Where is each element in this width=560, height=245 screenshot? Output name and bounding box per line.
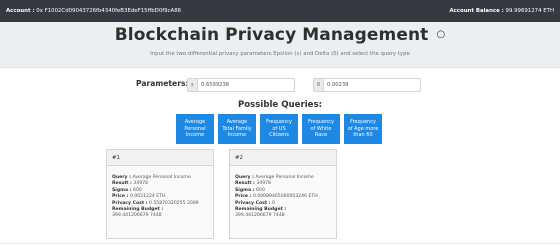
price-value: 0.00089465000003246 ETH [252, 194, 318, 200]
result-budget-line: Remaining Budget :399.441206679 7448 [235, 207, 331, 220]
page-subtitle: Input the two differential privacy param… [150, 51, 410, 57]
delta-input[interactable] [324, 82, 419, 88]
query-frequency-us-citizens-button[interactable]: Frequency of US Citizens [260, 114, 298, 144]
account-bar: Account : 0x F1002Cd09043726fb4340feB3Ed… [0, 0, 560, 22]
sigma-value: 600 [255, 187, 265, 193]
account-label: Account : [6, 8, 35, 14]
query-value: Average Personal Income [255, 175, 314, 180]
page-title: Blockchain Privacy Management ○ [0, 25, 560, 45]
result-card-id: #2 [230, 150, 336, 166]
result-value: 34978 [256, 181, 271, 187]
remaining-budget-value: 399.441206679 7448 [112, 213, 162, 219]
price-label: Price : [112, 194, 129, 200]
sigma-value: 600 [132, 187, 142, 193]
result-card: #2 Query : Average Personal Income Resul… [229, 149, 337, 239]
result-label: Result : [112, 181, 132, 187]
parameters-label: Parameters: [136, 79, 189, 88]
remaining-budget-label: Remaining Budget : [235, 207, 287, 213]
query-value: Average Personal Income [132, 175, 191, 180]
price-label: Price : [235, 194, 252, 200]
page-title-text: Blockchain Privacy Management [114, 25, 429, 45]
query-label: Query : [235, 175, 254, 180]
result-card-id: #1 [107, 150, 213, 166]
delta-symbol: δ [314, 79, 324, 91]
query-frequency-age-over-60-button[interactable]: Frequency of Age more than 60 [344, 114, 382, 144]
account-address: 0x F1002Cd09043726fb4340feB3EdeF15ffbD0f… [36, 8, 182, 14]
result-label: Result : [235, 181, 255, 187]
balance-label: Account Balance : [449, 8, 504, 14]
result-card: #1 Query : Average Personal Income Resul… [106, 149, 214, 239]
sigma-label: Sigma : [112, 187, 132, 193]
epsilon-field[interactable]: ε [187, 78, 295, 92]
privacy-cost-value: 0 [271, 200, 275, 206]
query-frequency-white-race-button[interactable]: Frequency of White Race [302, 114, 340, 144]
result-card-body: Query : Average Personal Income Result :… [230, 166, 336, 220]
possible-queries-heading: Possible Queries: [237, 100, 323, 110]
privacy-cost-value: 0.55870320255 2089 [148, 200, 199, 206]
remaining-budget-label: Remaining Budget : [112, 207, 164, 213]
epsilon-symbol: ε [188, 79, 198, 91]
query-label: Query : [112, 175, 131, 180]
result-value: 34978 [133, 181, 148, 187]
footer-divider [0, 243, 560, 244]
parameters-row: Parameters: ε δ [0, 78, 560, 94]
query-average-personal-income-button[interactable]: Average Personal Income [176, 114, 214, 144]
account-info: Account : 0x F1002Cd09043726fb4340feB3Ed… [6, 8, 181, 14]
epsilon-input[interactable] [198, 82, 293, 88]
balance-value: 99.99691274 ETH [505, 8, 554, 14]
query-average-total-family-income-button[interactable]: Average Total Family Income [218, 114, 256, 144]
delta-field[interactable]: δ [313, 78, 421, 92]
shield-icon: ○ [436, 29, 446, 40]
remaining-budget-value: 399.441206679 7448 [235, 213, 285, 219]
sigma-label: Sigma : [235, 187, 255, 193]
page-header: Blockchain Privacy Management ○ Input th… [0, 22, 560, 68]
privacy-cost-label: Privacy Cost : [235, 200, 271, 206]
price-value: 0.0021224 ETH [129, 194, 166, 200]
balance-info: Account Balance : 99.99691274 ETH [449, 8, 554, 14]
result-card-body: Query : Average Personal Income Result :… [107, 166, 213, 220]
privacy-cost-label: Privacy Cost : [112, 200, 148, 206]
result-budget-line: Remaining Budget :399.441206679 7448 [112, 207, 208, 220]
